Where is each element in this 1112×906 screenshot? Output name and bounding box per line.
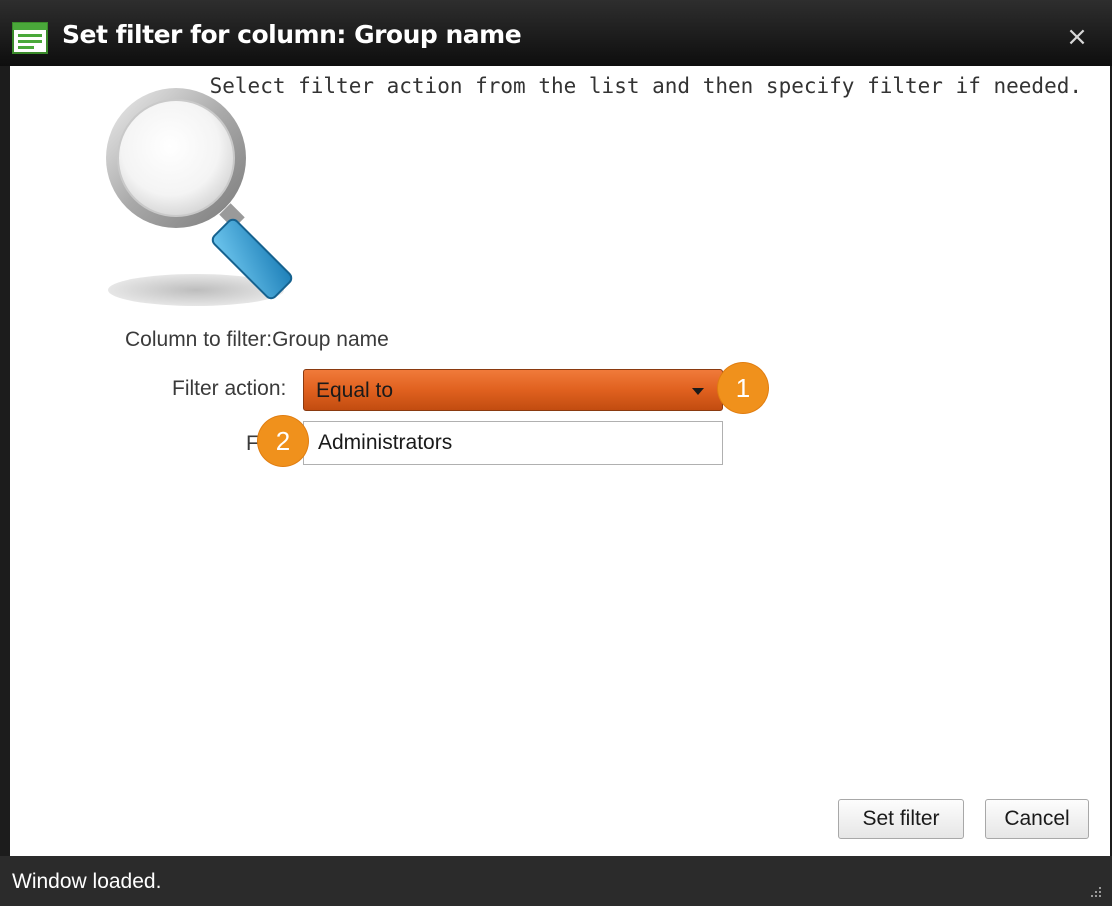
resize-grip-icon[interactable]: [1088, 884, 1102, 898]
chevron-down-icon: [692, 388, 704, 395]
magnifier-icon: [106, 88, 293, 306]
callout-badge-2: 2: [258, 416, 308, 466]
filter-label: F: [246, 432, 259, 455]
column-to-filter-value: Group name: [272, 328, 389, 351]
column-to-filter-label: Column to filter:: [125, 328, 273, 351]
close-button[interactable]: ×: [1062, 22, 1092, 52]
window-title: Set filter for column: Group name: [62, 20, 522, 49]
form-icon: [12, 22, 48, 54]
cancel-button[interactable]: Cancel: [985, 799, 1089, 839]
filter-action-dropdown[interactable]: Equal to: [303, 369, 723, 411]
filter-action-value: Equal to: [316, 379, 394, 402]
set-filter-button[interactable]: Set filter: [838, 799, 964, 839]
callout-badge-1: 1: [718, 363, 768, 413]
instructions-text: Select filter action from the list and t…: [209, 74, 1082, 98]
filter-input[interactable]: Administrators: [303, 421, 723, 465]
dialog-window: Set filter for column: Group name × Sele…: [0, 0, 1112, 906]
column-to-filter: Column to filter:Group name: [125, 328, 389, 352]
dialog-body: Select filter action from the list and t…: [10, 66, 1110, 856]
title-bar: Set filter for column: Group name ×: [0, 0, 1112, 66]
status-bar: Window loaded.: [0, 856, 1112, 906]
filter-action-label: Filter action:: [172, 377, 287, 400]
status-text: Window loaded.: [12, 870, 162, 893]
close-icon: ×: [1066, 22, 1088, 52]
